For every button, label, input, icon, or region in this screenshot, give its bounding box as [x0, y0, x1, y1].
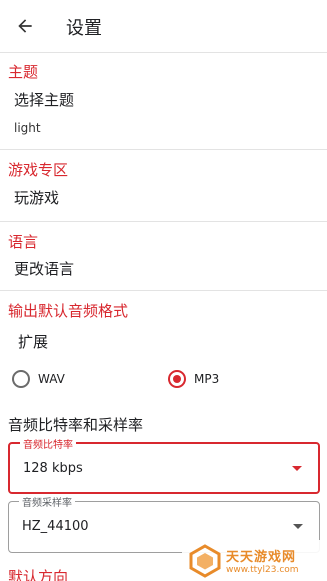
radio-mp3[interactable]: MP3 [168, 370, 219, 388]
watermark-url: www.ttyl23.com [226, 565, 299, 575]
watermark-logo-icon [189, 543, 221, 578]
divider [0, 221, 327, 222]
bitrate-value: 128 kbps [23, 461, 83, 476]
page-title: 设置 [66, 18, 102, 39]
watermark: 天天游戏网 www.ttyl23.com [182, 540, 327, 581]
audio-format-radio-group: WAV MP3 [0, 370, 327, 394]
dropdown-arrow-icon [293, 524, 303, 529]
change-language-item[interactable]: 更改语言 [14, 258, 74, 279]
top-app-bar: 设置 [0, 0, 327, 52]
samplerate-value: HZ_44100 [22, 519, 89, 534]
radio-circle-checked [168, 370, 186, 388]
rates-heading: 音频比特率和采样率 [8, 416, 144, 434]
section-title-orientation: 默认方向 [8, 568, 69, 581]
section-title-theme: 主题 [8, 63, 39, 81]
dropdown-arrow-icon [292, 466, 302, 471]
section-title-games: 游戏专区 [8, 161, 69, 179]
radio-wav[interactable]: WAV [12, 370, 65, 388]
select-theme-item[interactable]: 选择主题 [14, 89, 74, 110]
bitrate-label: 音频比特率 [20, 436, 76, 451]
back-button[interactable] [10, 12, 40, 40]
section-title-language: 语言 [8, 233, 39, 251]
radio-circle [12, 370, 30, 388]
samplerate-label: 音频采样率 [19, 494, 75, 509]
section-title-output-format: 输出默认音频格式 [8, 302, 129, 320]
extension-label: 扩展 [18, 333, 49, 351]
bitrate-select[interactable]: 音频比特率 128 kbps [8, 436, 320, 494]
divider [0, 290, 327, 291]
divider [0, 52, 327, 53]
settings-screen: 设置 主题 选择主题 light 游戏专区 玩游戏 语言 更改语言 输出默认音频… [0, 0, 327, 581]
play-games-item[interactable]: 玩游戏 [14, 187, 59, 208]
radio-label: WAV [38, 372, 65, 386]
theme-value[interactable]: light [14, 121, 41, 135]
divider [0, 149, 327, 150]
radio-label: MP3 [194, 372, 220, 386]
arrow-left-icon [18, 19, 32, 33]
watermark-title: 天天游戏网 [226, 550, 297, 565]
